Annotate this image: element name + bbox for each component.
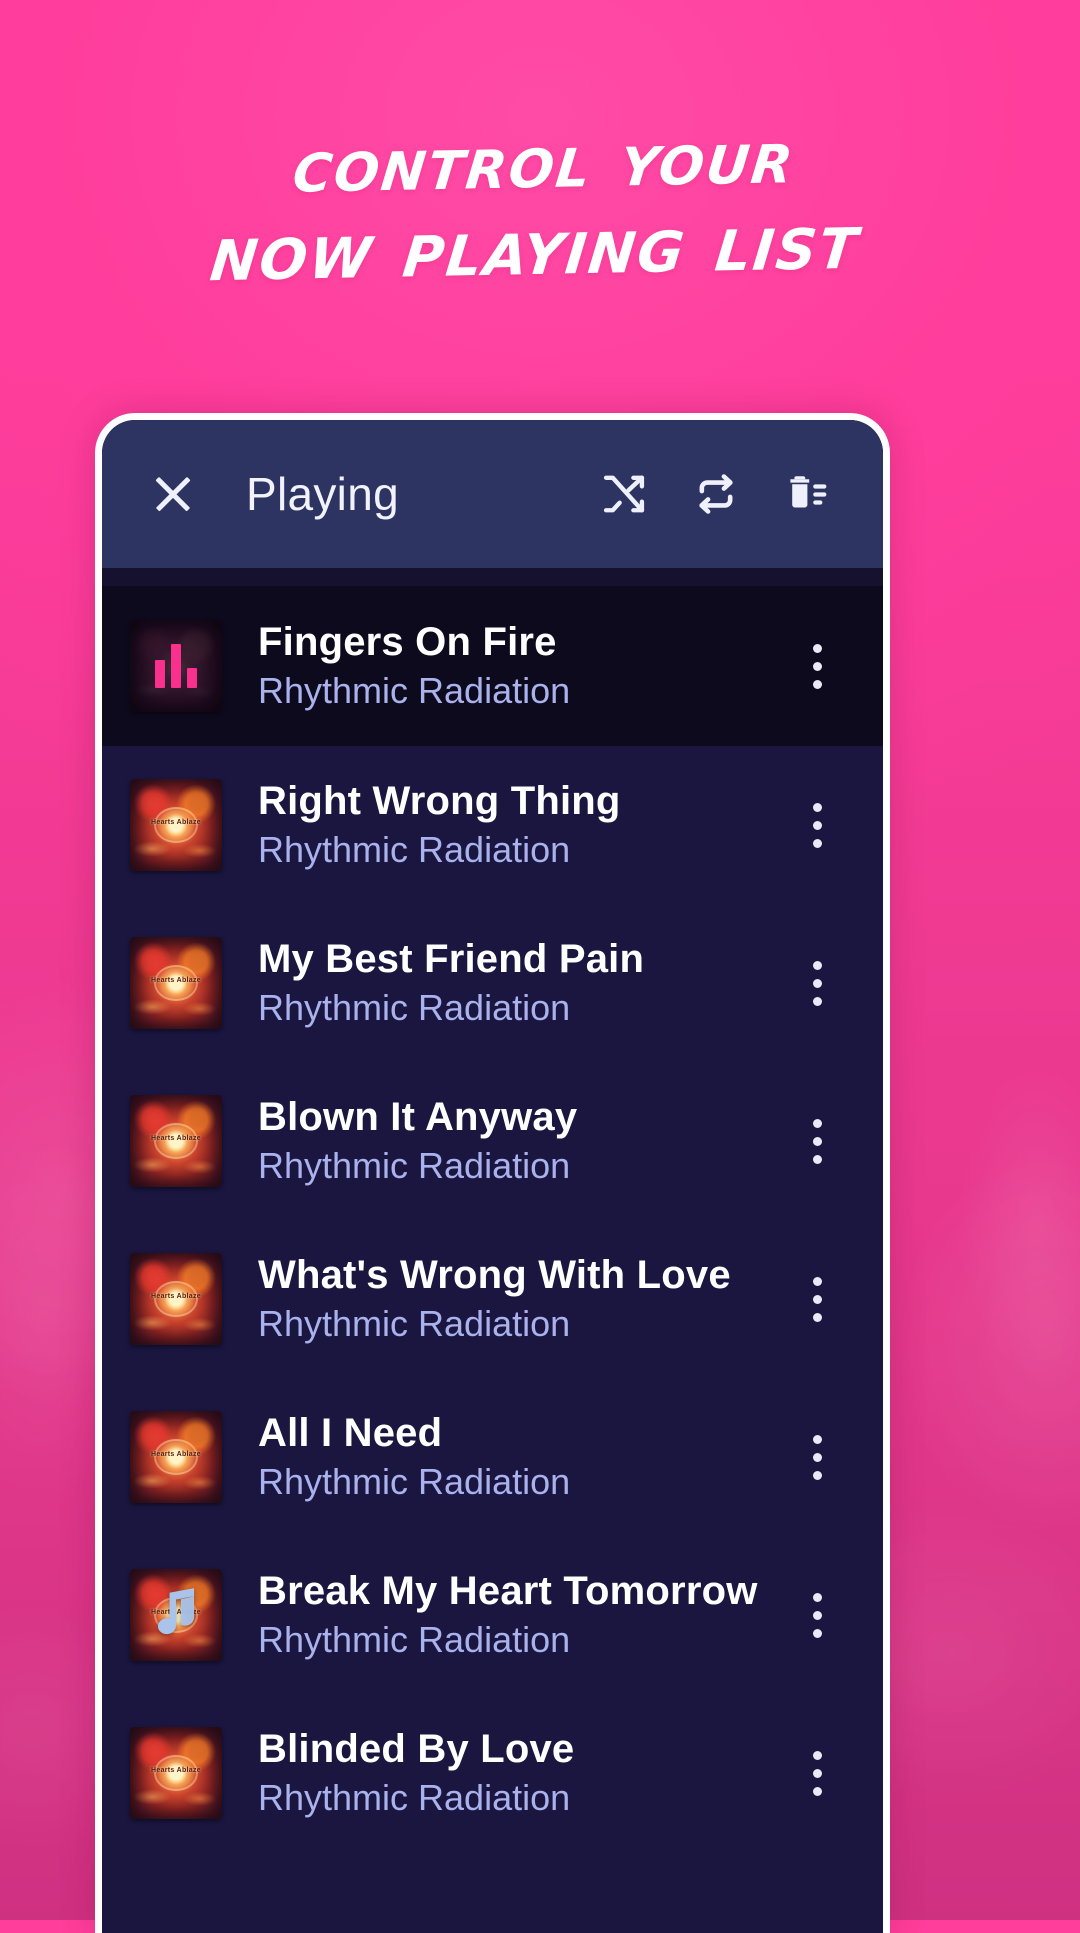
equalizer-icon: [155, 644, 197, 688]
album-art: Hearts Ablaze: [130, 779, 222, 871]
table-row[interactable]: Hearts Ablaze All I Need Rhythmic Radiat…: [102, 1378, 883, 1536]
delete-list-icon[interactable]: [771, 457, 845, 531]
track-title: Blown It Anyway: [258, 1095, 578, 1139]
now-playing-indicator-thumbnail: [130, 620, 222, 712]
overflow-menu-icon[interactable]: [785, 1573, 849, 1657]
promo-headline: Control your Now Playing list: [0, 108, 1080, 301]
table-row[interactable]: Hearts Ablaze Right Wrong Thing Rhythmic…: [102, 746, 883, 904]
track-artist: Rhythmic Radiation: [258, 1461, 571, 1502]
repeat-icon[interactable]: [679, 457, 753, 531]
track-meta: Blown It Anyway Rhythmic Radiation: [258, 1093, 785, 1189]
track-meta: Right Wrong Thing Rhythmic Radiation: [258, 777, 785, 873]
music-note-icon: [145, 1584, 207, 1646]
queue-toolbar: Playing: [102, 420, 883, 568]
table-row[interactable]: Hearts Ablaze My Best Friend Pain Rhythm…: [102, 904, 883, 1062]
track-title: Right Wrong Thing: [258, 779, 621, 823]
track-title: Fingers On Fire: [258, 620, 557, 664]
track-title: What's Wrong With Love: [258, 1253, 731, 1297]
track-artist: Rhythmic Radiation: [258, 829, 571, 870]
shuffle-icon[interactable]: [587, 457, 661, 531]
track-artist: Rhythmic Radiation: [258, 1145, 571, 1186]
album-art: Hearts Ablaze: [130, 1569, 222, 1661]
overflow-menu-icon[interactable]: [785, 624, 849, 708]
now-playing-queue-list[interactable]: Fingers On Fire Rhythmic Radiation Heart…: [102, 568, 883, 1933]
track-meta: Break My Heart Tomorrow Rhythmic Radiati…: [258, 1567, 785, 1663]
overflow-menu-icon[interactable]: [785, 1731, 849, 1815]
track-title: All I Need: [258, 1411, 443, 1455]
album-art: Hearts Ablaze: [130, 1727, 222, 1819]
track-artist: Rhythmic Radiation: [258, 670, 571, 711]
overflow-menu-icon[interactable]: [785, 783, 849, 867]
phone-mockup: Playing Fingers On Fire Rhythmic Radiati…: [95, 413, 890, 1933]
track-title: My Best Friend Pain: [258, 937, 645, 981]
track-meta: All I Need Rhythmic Radiation: [258, 1409, 785, 1505]
table-row[interactable]: Fingers On Fire Rhythmic Radiation: [102, 586, 883, 746]
list-top-divider: [102, 568, 883, 586]
table-row[interactable]: Hearts Ablaze Break My Heart Tomorrow Rh…: [102, 1536, 883, 1694]
toolbar-title: Playing: [246, 468, 399, 520]
album-art: Hearts Ablaze: [130, 937, 222, 1029]
track-artist: Rhythmic Radiation: [258, 1303, 571, 1344]
table-row[interactable]: Hearts Ablaze Blown It Anyway Rhythmic R…: [102, 1062, 883, 1220]
track-artist: Rhythmic Radiation: [258, 1777, 571, 1818]
overflow-menu-icon[interactable]: [785, 1415, 849, 1499]
track-title: Break My Heart Tomorrow: [258, 1569, 758, 1613]
overflow-menu-icon[interactable]: [785, 1099, 849, 1183]
track-artist: Rhythmic Radiation: [258, 1619, 571, 1660]
table-row[interactable]: Hearts Ablaze What's Wrong With Love Rhy…: [102, 1220, 883, 1378]
app-screen: Playing Fingers On Fire Rhythmic Radiati…: [102, 420, 883, 1933]
track-meta: Fingers On Fire Rhythmic Radiation: [258, 618, 785, 714]
track-meta: My Best Friend Pain Rhythmic Radiation: [258, 935, 785, 1031]
track-meta: Blinded By Love Rhythmic Radiation: [258, 1725, 785, 1821]
track-title: Blinded By Love: [258, 1727, 575, 1771]
close-icon[interactable]: [146, 467, 200, 521]
overflow-menu-icon[interactable]: [785, 941, 849, 1025]
overflow-menu-icon[interactable]: [785, 1257, 849, 1341]
table-row[interactable]: Hearts Ablaze Blinded By Love Rhythmic R…: [102, 1694, 883, 1852]
album-art: Hearts Ablaze: [130, 1095, 222, 1187]
album-art: Hearts Ablaze: [130, 1411, 222, 1503]
album-art: Hearts Ablaze: [130, 1253, 222, 1345]
track-meta: What's Wrong With Love Rhythmic Radiatio…: [258, 1251, 785, 1347]
track-artist: Rhythmic Radiation: [258, 987, 571, 1028]
